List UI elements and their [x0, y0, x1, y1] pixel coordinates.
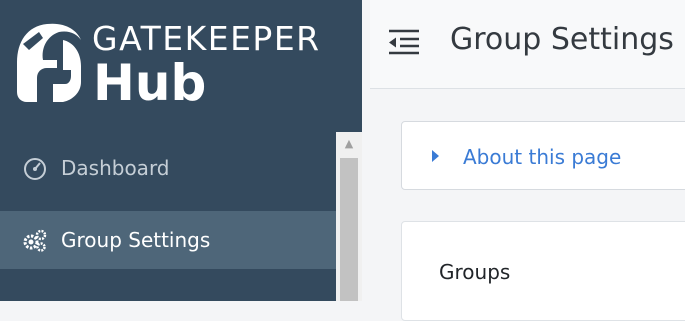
brand-subname: Hub	[93, 54, 207, 112]
sidebar-item-label: Group Settings	[61, 228, 211, 252]
tachometer-icon	[24, 158, 46, 180]
caret-right-icon	[432, 150, 439, 162]
groups-heading: Groups	[439, 260, 511, 284]
page-title: Group Settings	[450, 22, 674, 57]
spartan-helmet-icon	[17, 23, 81, 103]
groups-card: Groups	[401, 221, 685, 321]
menu-toggle-icon[interactable]	[387, 28, 421, 56]
brand-logo[interactable]: GATEKEEPER Hub	[0, 0, 362, 132]
about-this-page-link[interactable]: About this page	[463, 143, 621, 171]
page-header: Group Settings	[370, 0, 685, 89]
scroll-up-arrow-icon[interactable]: ▲	[336, 134, 362, 154]
sidebar: GATEKEEPER Hub Dashboard Group Settings	[0, 0, 362, 301]
scrollbar-thumb[interactable]	[340, 158, 358, 301]
sidebar-item-label: Dashboard	[61, 156, 170, 180]
cogs-icon	[23, 229, 47, 252]
about-this-page-toggle[interactable]: About this page	[401, 121, 685, 190]
sidebar-item-dashboard[interactable]: Dashboard	[0, 139, 336, 197]
sidebar-item-group-settings[interactable]: Group Settings	[0, 211, 336, 269]
